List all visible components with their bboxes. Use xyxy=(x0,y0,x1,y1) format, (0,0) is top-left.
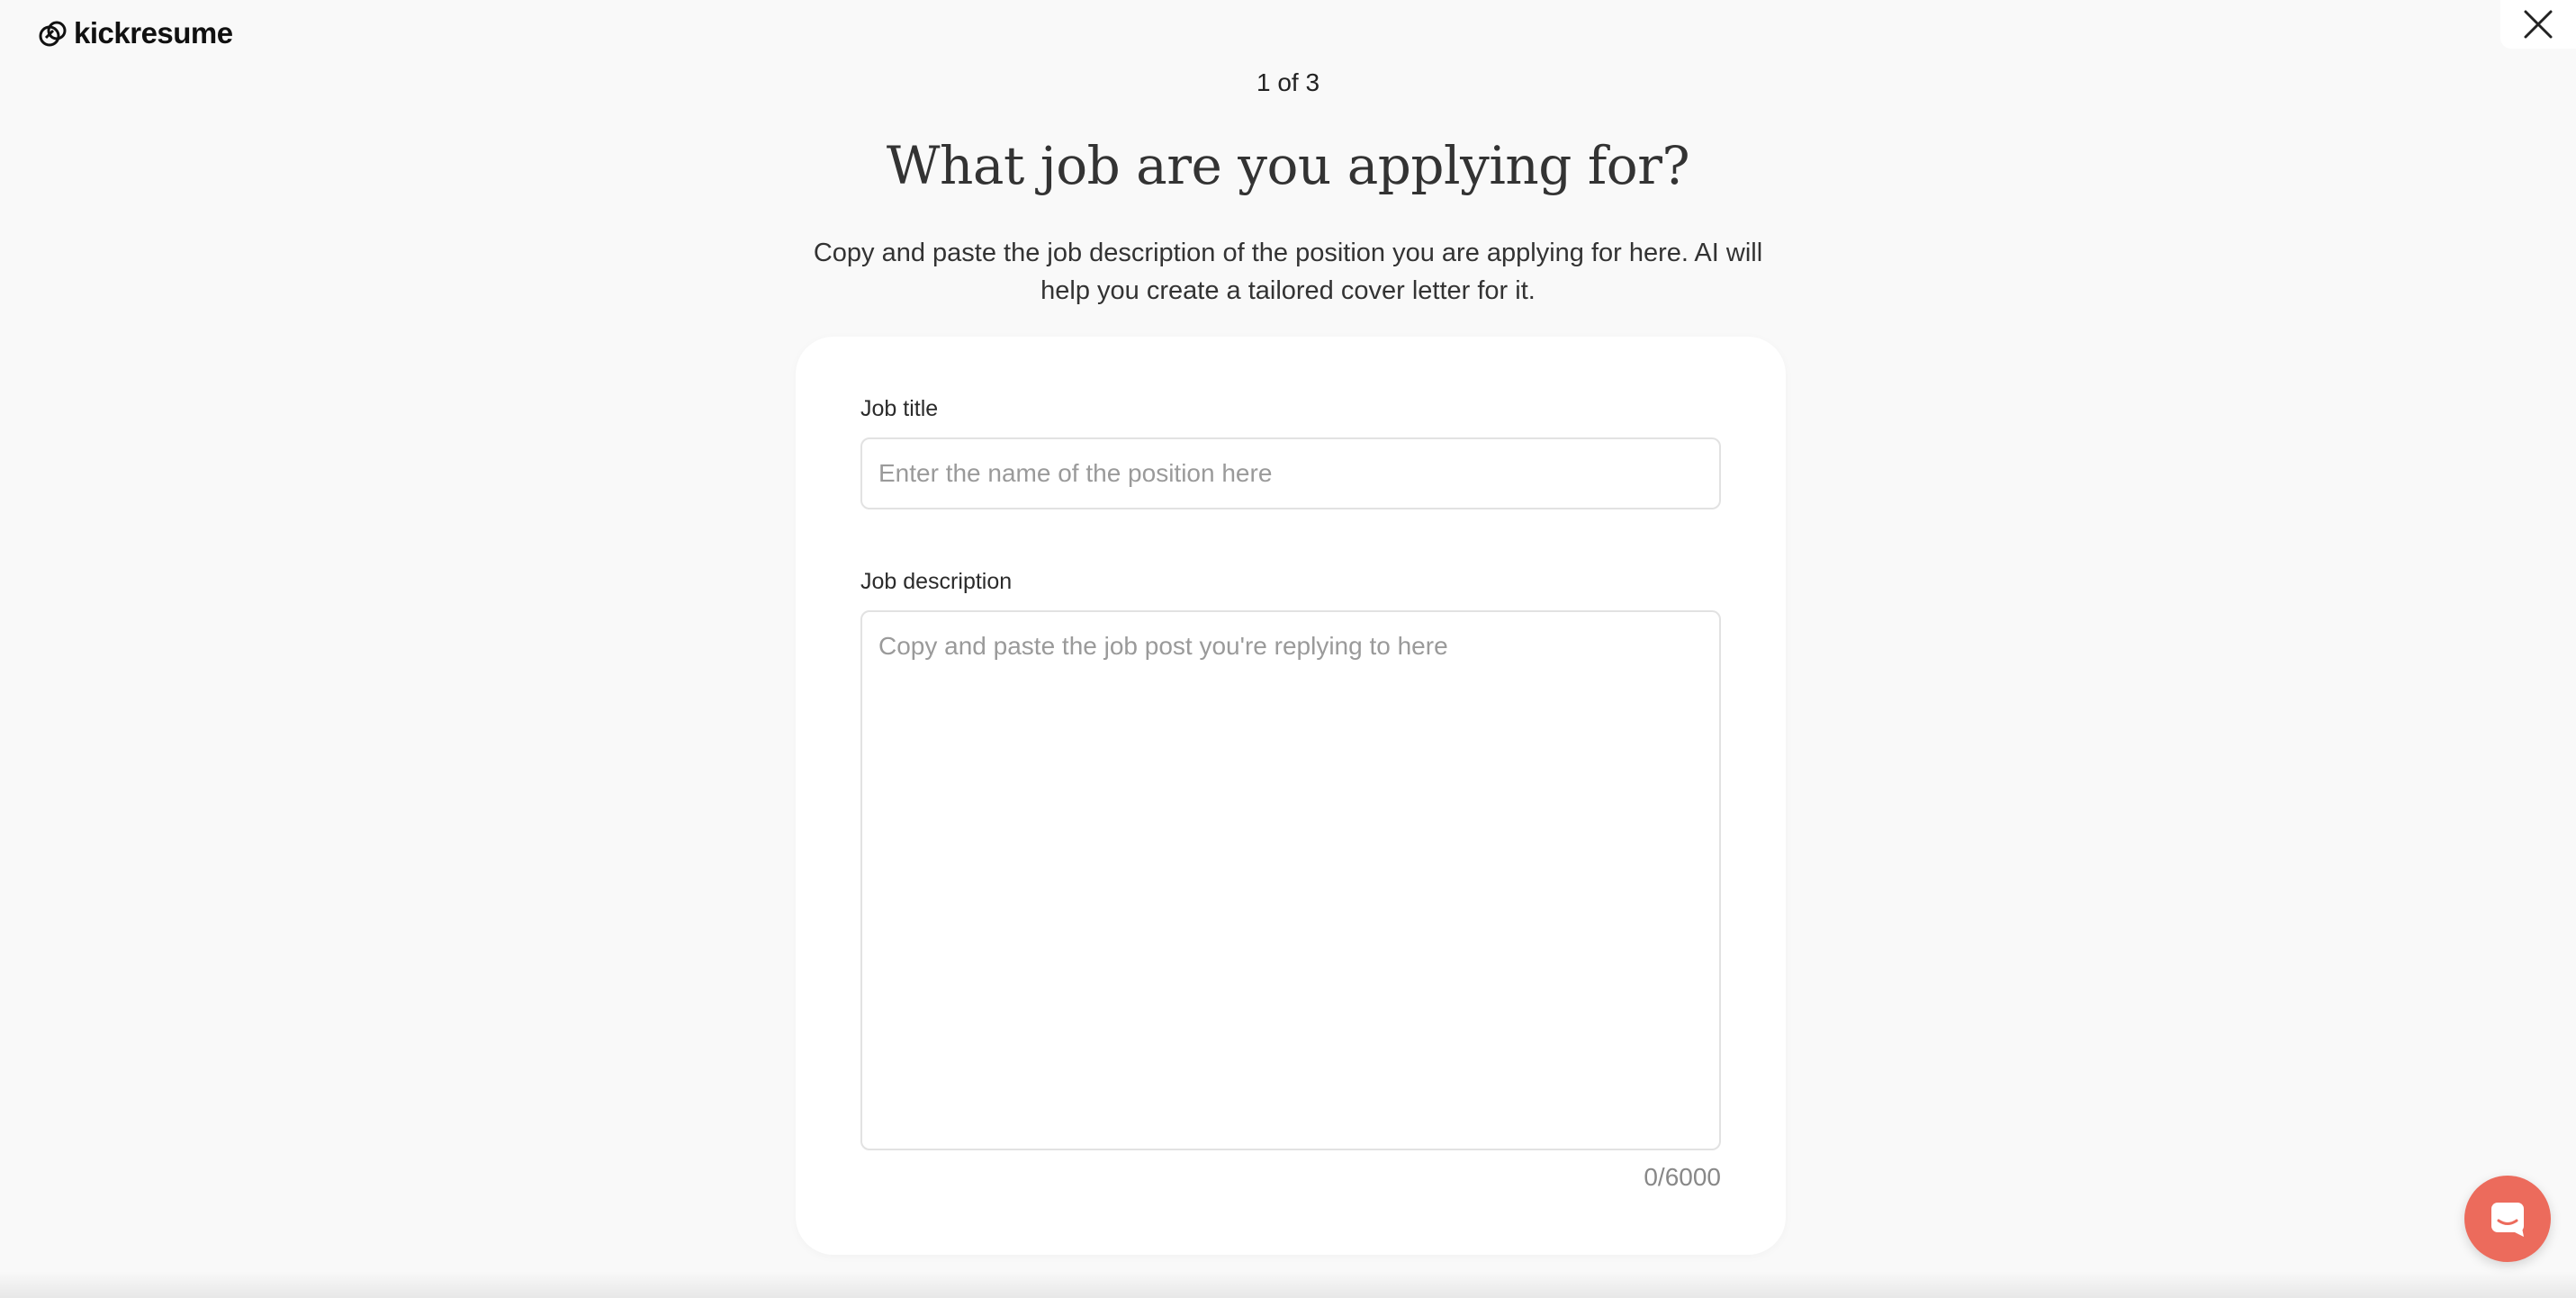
job-description-textarea[interactable] xyxy=(860,610,1721,1150)
bottom-shadow xyxy=(0,1271,2576,1298)
character-counter: 0/6000 xyxy=(1644,1163,1721,1191)
chat-button[interactable] xyxy=(2464,1176,2551,1262)
job-title-label: Job title xyxy=(860,396,939,421)
brand-name: kickresume xyxy=(74,16,233,50)
job-form-card: Job title Job description 0/6000 xyxy=(796,337,1786,1255)
job-title-input[interactable] xyxy=(860,437,1721,509)
close-button[interactable] xyxy=(2500,0,2576,49)
step-indicator: 1 of 3 xyxy=(1256,68,1320,96)
page: kickresume 1 of 3 What job are you apply… xyxy=(0,0,2576,1298)
page-title: What job are you applying for? xyxy=(886,135,1690,196)
job-description-label: Job description xyxy=(860,569,1013,594)
brand-logo[interactable]: kickresume xyxy=(38,16,233,50)
chat-icon xyxy=(2491,1203,2524,1237)
close-icon xyxy=(2524,10,2553,39)
page-subtitle: Copy and paste the job description of th… xyxy=(813,239,1763,305)
kickresume-logo-icon xyxy=(39,21,67,47)
